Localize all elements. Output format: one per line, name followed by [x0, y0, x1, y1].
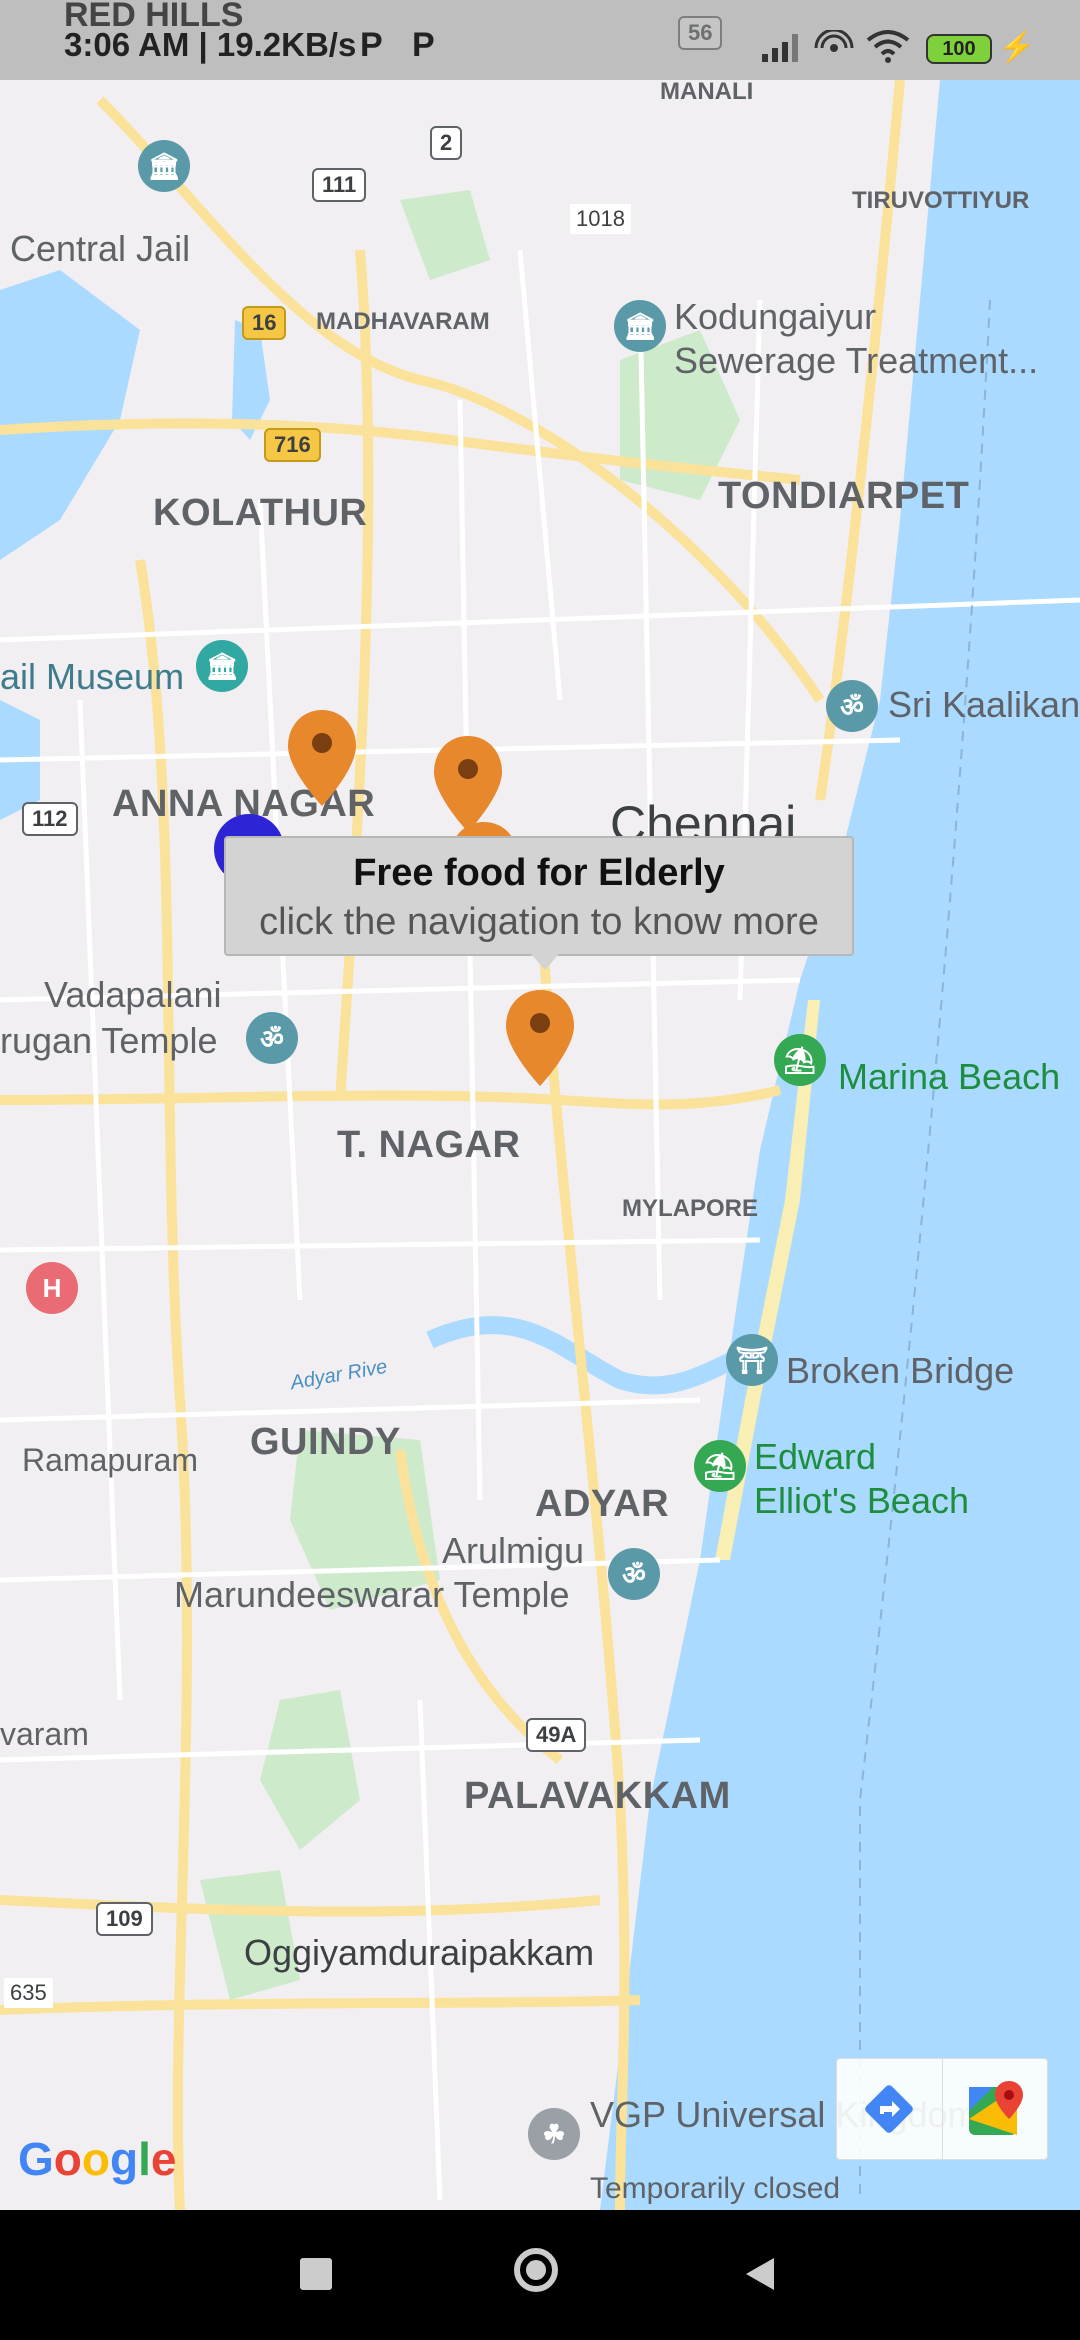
- map-view[interactable]: KOLATHUR TONDIARPET ANNA NAGAR T. NAGAR …: [0, 0, 1080, 2210]
- area-label-kolathur: KOLATHUR: [153, 492, 368, 534]
- area-label-palavakkam: PALAVAKKAM: [464, 1775, 731, 1817]
- map-toolbar: [836, 2058, 1048, 2160]
- area-label-guindy: GUINDY: [250, 1421, 401, 1463]
- hospital-icon[interactable]: H: [26, 1262, 78, 1314]
- road-shield-111: 111: [312, 168, 367, 202]
- area-label-adyar: ADYAR: [535, 1483, 670, 1525]
- landmark-icon[interactable]: 🏛: [614, 300, 666, 352]
- poi-label-central-jail: Central Jail: [10, 228, 191, 269]
- poi-label-elliots-beach: Elliot's Beach: [754, 1480, 969, 1521]
- wifi-icon: [866, 30, 910, 63]
- directions-icon: [865, 2085, 914, 2133]
- poi-label-temporarily-closed: Temporarily closed: [590, 2172, 841, 2205]
- poi-label-edward: Edward: [754, 1436, 877, 1477]
- route-number-635: 635: [4, 1978, 53, 2008]
- area-label-mylapore: MYLAPORE: [622, 1195, 759, 1222]
- temple-icon[interactable]: ॐ: [608, 1548, 660, 1600]
- road-shield-16: 16: [242, 306, 287, 340]
- info-window-title: Free food for Elderly: [353, 852, 725, 894]
- poi-label-rail-museum: ail Museum: [0, 656, 185, 697]
- parking-notification-icon: P: [360, 26, 383, 64]
- beach-icon[interactable]: ⛱: [694, 1440, 746, 1492]
- route-number-1018: 1018: [570, 204, 631, 234]
- hotspot-icon: [814, 30, 854, 52]
- area-label-t-nagar: T. NAGAR: [337, 1124, 521, 1166]
- status-time-speed: 3:06 AM | 19.2KB/s: [64, 26, 357, 63]
- road-shield-112: 112: [22, 802, 78, 836]
- home-dot-icon: [526, 2260, 546, 2280]
- museum-icon[interactable]: 🏛: [138, 140, 190, 192]
- directions-button[interactable]: [837, 2059, 943, 2159]
- temple-icon[interactable]: ॐ: [826, 680, 878, 732]
- google-logo: Google: [18, 2133, 177, 2185]
- info-window-tail: [531, 954, 559, 970]
- parking-notification-icon: P: [412, 26, 435, 64]
- charging-icon: ⚡: [998, 31, 1036, 64]
- map-base: [0, 79, 1080, 2210]
- home-button[interactable]: [514, 2248, 558, 2292]
- bridge-icon[interactable]: ⛩: [726, 1334, 778, 1386]
- poi-label-sri-kaalikan: Sri Kaalikan: [888, 684, 1080, 725]
- poi-label-oggiyamduraipakkam: Oggiyamduraipakkam: [244, 1932, 595, 1973]
- temple-icon[interactable]: ॐ: [246, 1012, 298, 1064]
- poi-label-ramapuram: Ramapuram: [22, 1442, 199, 1478]
- battery-icon: 100: [926, 34, 992, 64]
- area-label-manali: MANALI: [660, 78, 754, 105]
- poi-label-sewerage-treatment: Sewerage Treatment...: [674, 340, 1039, 381]
- area-label-tiruvottiyur: TIRUVOTTIYUR: [852, 187, 1030, 214]
- poi-label-vadapalani: Vadapalani: [44, 974, 222, 1015]
- poi-label-varam: varam: [0, 1716, 89, 1752]
- poi-label-marundeeswarar-temple: Marundeeswarar Temple: [174, 1574, 570, 1615]
- beach-icon[interactable]: ⛱: [774, 1034, 826, 1086]
- map-marker[interactable]: [432, 734, 504, 834]
- signal-icon: [762, 34, 798, 62]
- poi-label-kodungaiyur: Kodungaiyur: [674, 296, 877, 337]
- road-shield-109: 109: [96, 1902, 153, 1936]
- poi-label-murugan-temple: rugan Temple: [0, 1020, 218, 1061]
- selected-map-marker[interactable]: [504, 988, 576, 1088]
- system-navigation-bar: [0, 2210, 1080, 2340]
- area-label-madhavaram: MADHAVARAM: [316, 308, 490, 335]
- status-bar: RED HILLS 3:06 AM | 19.2KB/s P P 100 ⚡: [0, 0, 1080, 80]
- map-marker[interactable]: [286, 708, 358, 808]
- info-window-snippet: click the navigation to know more: [259, 901, 819, 943]
- poi-label-arulmigu: Arulmigu: [442, 1530, 585, 1571]
- amusement-park-icon[interactable]: ☘: [528, 2108, 580, 2160]
- road-shield-716: 716: [264, 428, 321, 462]
- road-shield-2: 2: [430, 126, 463, 160]
- google-maps-icon: [968, 2081, 1023, 2135]
- museum-icon[interactable]: 🏛: [196, 640, 248, 692]
- marker-info-window[interactable]: Free food for Elderly click the navigati…: [224, 836, 854, 970]
- area-label-tondiarpet: TONDIARPET: [718, 475, 970, 517]
- back-button[interactable]: [740, 2254, 780, 2294]
- recents-button[interactable]: [300, 2258, 332, 2290]
- road-shield-49a: 49A: [526, 1718, 587, 1752]
- poi-label-broken-bridge: Broken Bridge: [786, 1350, 1015, 1391]
- poi-label-marina-beach: Marina Beach: [838, 1056, 1061, 1097]
- open-in-maps-button[interactable]: [943, 2059, 1048, 2159]
